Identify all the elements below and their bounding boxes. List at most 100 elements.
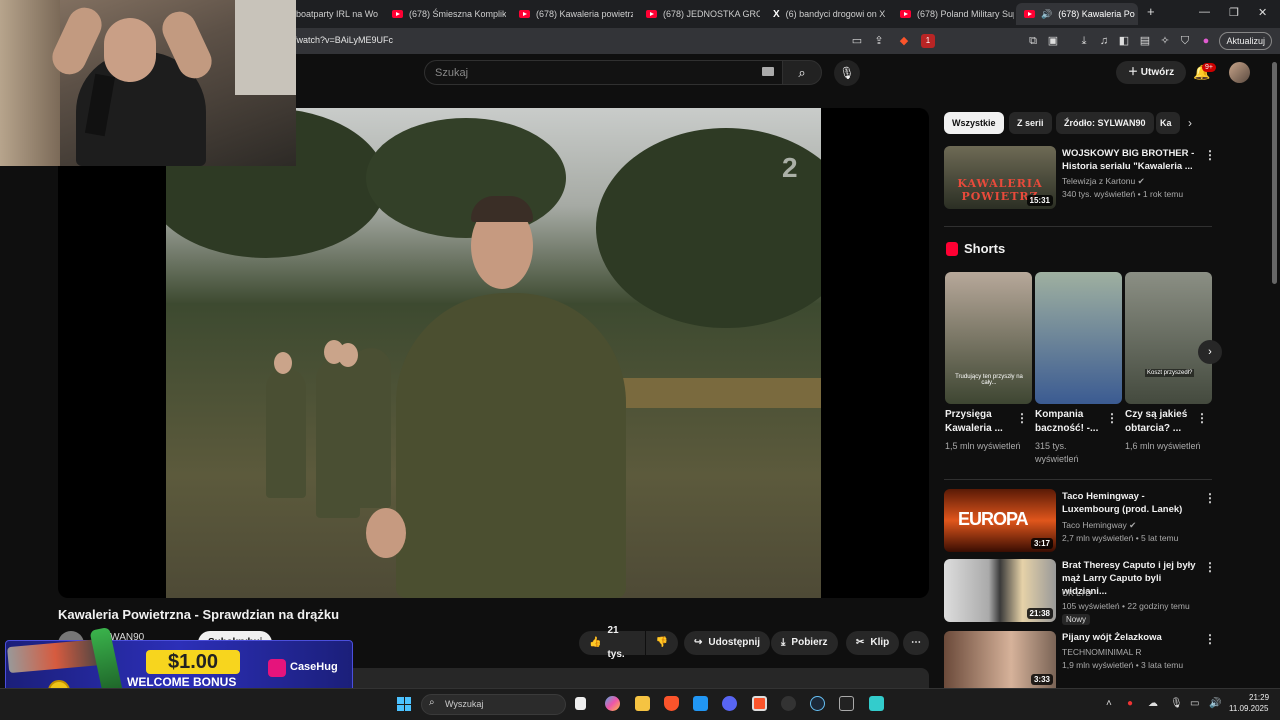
brave-browser-icon[interactable] xyxy=(664,696,679,711)
vpn-icon[interactable]: ⛉ xyxy=(1178,34,1192,48)
epic-games-icon[interactable] xyxy=(839,696,854,711)
related-video-channel[interactable]: UK LTD xyxy=(1062,588,1092,598)
share-icon[interactable]: ⇪ xyxy=(872,34,886,48)
video-thumbnail[interactable]: EUROPA 3:17 xyxy=(944,489,1056,552)
related-video-title[interactable]: WOJSKOWY BIG BROTHER - Historia serialu … xyxy=(1062,147,1200,173)
related-video-channel[interactable]: TECHNOMINIMAL R xyxy=(1062,647,1142,657)
short-thumbnail[interactable]: Trudujący ten przyszły na cały... xyxy=(945,272,1032,404)
microphone-tray-icon[interactable]: 🎙 xyxy=(1170,698,1183,709)
brave-shield-icon[interactable]: ◆ xyxy=(897,34,911,48)
update-button[interactable]: Aktualizuj xyxy=(1219,32,1272,50)
browser-tab-active[interactable]: 🔊(678) Kawaleria Po✕ xyxy=(1016,3,1138,25)
copilot-icon[interactable] xyxy=(605,696,620,711)
chip-all[interactable]: Wszystkie xyxy=(944,112,1004,134)
app-tray-icon[interactable]: ● xyxy=(1127,698,1133,709)
more-options-icon[interactable]: ⋮ xyxy=(1106,411,1118,425)
more-options-icon[interactable]: ⋮ xyxy=(1016,411,1028,425)
more-options-icon[interactable]: ⋮ xyxy=(1204,148,1216,162)
dislike-button[interactable]: 👎 xyxy=(646,631,678,655)
network-icon[interactable]: ▭ xyxy=(1190,698,1199,709)
volume-icon[interactable]: 🔊 xyxy=(1209,698,1221,709)
brave-active-icon[interactable] xyxy=(752,696,767,711)
cast-icon[interactable]: ▭ xyxy=(850,34,864,48)
related-video-channel[interactable]: Telewizja z Kartonu ✔ xyxy=(1062,176,1145,187)
short-views: 1,5 mln wyświetleń xyxy=(945,441,1021,451)
download-icon[interactable]: ⤓ xyxy=(1077,34,1091,48)
music-icon[interactable]: ♫ xyxy=(1097,34,1111,48)
clock-date[interactable]: 11.09.2025 xyxy=(1229,704,1268,713)
browser-tab[interactable]: (678) Poland Military Supe xyxy=(892,3,1014,25)
steam-icon[interactable] xyxy=(810,696,825,711)
microphone-icon: 🎙 xyxy=(839,66,855,80)
wallet-icon[interactable]: ▤ xyxy=(1138,34,1152,48)
windows-start-icon[interactable] xyxy=(397,697,411,711)
short-title[interactable]: Czy są jakieś obtarcia? ... xyxy=(1125,408,1201,436)
search-icon: ⌕ xyxy=(798,65,806,80)
app-icon[interactable] xyxy=(781,696,796,711)
taskbar-search-box[interactable] xyxy=(421,694,566,715)
extension-badge[interactable]: 1 xyxy=(921,34,935,48)
short-caption: Koszt przyszedł? xyxy=(1145,369,1195,377)
short-thumbnail[interactable]: Koszt przyszedł? xyxy=(1125,272,1212,404)
download-button[interactable]: ⤓ Pobierz xyxy=(771,631,838,655)
create-button[interactable]: ＋ Utwórz xyxy=(1116,61,1187,84)
shorts-next-button[interactable]: › xyxy=(1198,340,1222,364)
browser-tab[interactable]: (678) Śmieszna Komplikac xyxy=(384,3,506,25)
short-thumbnail[interactable] xyxy=(1035,272,1122,404)
clock-time[interactable]: 21:29 xyxy=(1249,693,1269,702)
more-options-icon[interactable]: ⋮ xyxy=(1196,411,1208,425)
minimize-button[interactable]: — xyxy=(1199,6,1210,18)
profile-icon[interactable]: ● xyxy=(1199,34,1213,48)
browser-tab[interactable]: (678) JEDNOSTKA GROM xyxy=(638,3,760,25)
user-avatar[interactable] xyxy=(1229,62,1250,83)
share-arrow-icon: ↪ xyxy=(694,637,703,648)
tree-shape xyxy=(366,118,566,238)
more-actions-button[interactable]: ⋯ xyxy=(903,631,929,655)
discord-icon[interactable] xyxy=(722,696,737,711)
file-explorer-icon[interactable] xyxy=(635,696,650,711)
description-box[interactable] xyxy=(340,668,929,688)
related-video-title[interactable]: Taco Hemingway - Luxembourg (prod. Lanek… xyxy=(1062,490,1200,516)
more-options-icon[interactable]: ⋮ xyxy=(1204,632,1216,646)
like-button[interactable]: 👍 21 tys. xyxy=(579,625,645,660)
chip-source[interactable]: Źródło: SYLWAN90 xyxy=(1056,112,1154,134)
chip-partial[interactable]: Ka xyxy=(1156,112,1180,134)
store-icon[interactable] xyxy=(693,696,708,711)
ai-sparkle-icon[interactable]: ✧ xyxy=(1158,34,1172,48)
close-window-button[interactable]: ✕ xyxy=(1258,6,1267,19)
video-thumbnail[interactable]: KAWALERIA POWIETRZ 15:31 xyxy=(944,146,1056,209)
search-button[interactable]: ⌕ xyxy=(782,60,822,85)
taskbar-search-placeholder[interactable]: Wyszukaj xyxy=(445,699,483,709)
chevron-up-icon[interactable]: ˄ xyxy=(1106,698,1112,709)
related-video-channel[interactable]: Taco Hemingway ✔ xyxy=(1062,520,1136,531)
clip-button[interactable]: ✂ Klip xyxy=(846,631,900,655)
notepad-icon[interactable] xyxy=(869,696,884,711)
search-input[interactable] xyxy=(425,61,745,84)
video-thumbnail[interactable]: 3:33 xyxy=(944,631,1056,688)
video-thumbnail[interactable]: 21:38 xyxy=(944,559,1056,622)
short-title[interactable]: Kompania baczność! -... xyxy=(1035,408,1111,436)
split-view-icon[interactable]: ◧ xyxy=(1117,34,1131,48)
task-view-icon[interactable] xyxy=(575,697,586,710)
sidebar-icon[interactable]: ▣ xyxy=(1046,34,1060,48)
scrollbar-thumb[interactable] xyxy=(1272,62,1277,284)
extensions-icon[interactable]: ⧉ xyxy=(1026,34,1040,48)
cloud-icon[interactable]: ☁ xyxy=(1148,698,1158,709)
more-options-icon[interactable]: ⋮ xyxy=(1204,491,1216,505)
browser-tab[interactable]: (678) Kawaleria powietrzn xyxy=(511,3,633,25)
chevron-right-icon[interactable]: › xyxy=(1188,116,1192,130)
video-player[interactable]: 2 xyxy=(58,108,929,598)
short-title[interactable]: Przysięga Kawaleria ... xyxy=(945,408,1021,436)
more-options-icon[interactable]: ⋮ xyxy=(1204,560,1216,574)
voice-search-button[interactable]: 🎙 xyxy=(834,60,860,86)
browser-tab[interactable]: boatparty IRL na Wo xyxy=(288,3,382,25)
browser-tab[interactable]: X (6) bandyci drogowi on X xyxy=(765,3,889,25)
url-field[interactable]: /watch?v=BAiLyME9UFc xyxy=(294,35,393,45)
new-tab-button[interactable]: + xyxy=(1147,4,1155,19)
related-video-title[interactable]: Pijany wójt Żelazkowa xyxy=(1062,631,1200,644)
share-button[interactable]: ↪ Udostępnij xyxy=(684,631,771,655)
keyboard-icon[interactable] xyxy=(762,67,774,76)
youtube-search-box[interactable] xyxy=(424,60,784,85)
restore-button[interactable]: ❐ xyxy=(1229,6,1239,19)
chip-series[interactable]: Z serii xyxy=(1009,112,1052,134)
